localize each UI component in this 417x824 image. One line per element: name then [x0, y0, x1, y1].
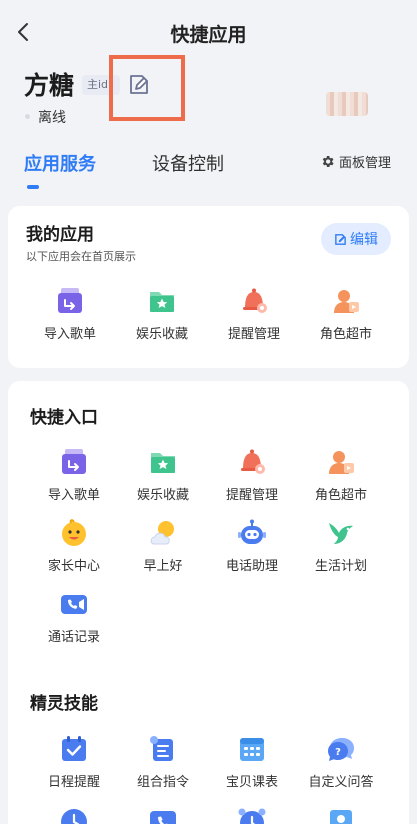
- quick-favorites[interactable]: 娱乐收藏: [115, 447, 211, 503]
- combo-command-icon: [150, 736, 173, 761]
- video-call-icon: [61, 595, 87, 614]
- panel-manage-button[interactable]: 面板管理: [320, 152, 391, 171]
- role-market-icon: [329, 451, 354, 474]
- app-label: 组合指令: [136, 775, 189, 790]
- role-market-icon: [334, 290, 359, 313]
- quick-good-morning[interactable]: 早上好: [115, 518, 211, 574]
- svg-text:?: ?: [335, 747, 341, 758]
- app-label: 生活计划: [314, 559, 367, 574]
- timetable-icon: [240, 738, 264, 761]
- favorites-folder-icon: [151, 453, 175, 473]
- skill-combo-command[interactable]: 组合指令: [115, 734, 211, 790]
- bird-icon: [329, 523, 353, 544]
- edit-apps-button[interactable]: 编辑: [321, 223, 391, 255]
- app-label: 娱乐收藏: [135, 327, 188, 342]
- alarm-clock-icon[interactable]: [237, 807, 267, 824]
- edit-icon: [335, 233, 346, 245]
- quick-entry-title: 快捷入口: [30, 408, 98, 428]
- clock-icon[interactable]: [59, 807, 89, 824]
- panel-manage-label: 面板管理: [339, 156, 392, 171]
- skill-baby-timetable[interactable]: 宝贝课表: [204, 734, 300, 790]
- app-label: 日程提醒: [47, 775, 100, 790]
- my-app-reminder[interactable]: 提醒管理: [206, 286, 302, 342]
- phone-icon[interactable]: [148, 807, 178, 824]
- tab-indicator: [27, 185, 39, 189]
- app-label: 导入歌单: [47, 488, 100, 503]
- app-label: 通话记录: [47, 630, 100, 645]
- my-apps-subtitle: 以下应用会在首页展示: [26, 250, 136, 263]
- app-label: 提醒管理: [225, 488, 278, 503]
- app-label: 家长中心: [47, 559, 100, 574]
- skill-schedule-reminder[interactable]: 日程提醒: [26, 734, 122, 790]
- role-badge: 主id: [82, 75, 120, 95]
- quick-role-market[interactable]: 角色超市: [293, 447, 389, 503]
- device-thumbnail: [326, 92, 368, 116]
- quick-life-plan[interactable]: 生活计划: [293, 518, 389, 574]
- device-name: 方糖: [24, 71, 75, 100]
- edit-label: 编辑: [350, 232, 378, 248]
- reminder-bell-icon: [241, 449, 265, 474]
- skill-custom-qa[interactable]: ? 自定义问答: [293, 734, 389, 790]
- app-label: 导入歌单: [43, 327, 96, 342]
- favorites-folder-icon: [150, 292, 174, 312]
- contact-card-icon[interactable]: [326, 807, 356, 824]
- robot-icon: [238, 519, 266, 544]
- quick-reminder[interactable]: 提醒管理: [204, 447, 300, 503]
- quick-entry-card: 快捷入口 导入歌单 娱乐收藏 提醒管理 角色超市 家长中心 早上好 电话助理 生…: [8, 381, 409, 824]
- header: 快捷应用: [0, 0, 417, 64]
- app-label: 宝贝课表: [225, 775, 278, 790]
- parent-center-icon: [62, 519, 86, 546]
- my-app-role-market[interactable]: 角色超市: [298, 286, 394, 342]
- my-app-favorites[interactable]: 娱乐收藏: [114, 286, 210, 342]
- sun-cloud-icon: [150, 521, 174, 545]
- page-title: 快捷应用: [170, 24, 247, 46]
- gear-icon: [322, 156, 334, 167]
- edit-name-icon[interactable]: [126, 72, 152, 98]
- app-label: 自定义问答: [308, 775, 374, 790]
- quick-call-log[interactable]: 通话记录: [26, 589, 122, 645]
- reminder-bell-icon: [243, 288, 267, 313]
- device-status: 离线: [38, 110, 66, 126]
- quick-parent-center[interactable]: 家长中心: [26, 518, 122, 574]
- my-app-import-playlist[interactable]: 导入歌单: [22, 286, 118, 342]
- import-playlist-icon: [58, 288, 82, 313]
- tab-device-control[interactable]: 设备控制: [152, 150, 224, 176]
- app-label: 娱乐收藏: [136, 488, 189, 503]
- app-label: 早上好: [143, 559, 183, 574]
- quick-import-playlist[interactable]: 导入歌单: [26, 447, 122, 503]
- import-playlist-icon: [62, 449, 86, 474]
- quick-phone-assistant[interactable]: 电话助理: [204, 518, 300, 574]
- my-apps-card: 我的应用 以下应用会在首页展示 编辑 导入歌单 娱乐收藏 提醒管理 角色超市: [8, 206, 409, 368]
- tab-app-services[interactable]: 应用服务: [24, 150, 96, 176]
- skills-title: 精灵技能: [30, 694, 98, 714]
- app-label: 电话助理: [225, 559, 278, 574]
- custom-qa-icon: ?: [328, 738, 354, 761]
- calendar-check-icon: [62, 736, 86, 761]
- my-apps-title: 我的应用: [26, 225, 94, 245]
- app-label: 角色超市: [314, 488, 367, 503]
- app-label: 角色超市: [319, 327, 372, 342]
- status-dot: [25, 114, 30, 119]
- app-label: 提醒管理: [227, 327, 280, 342]
